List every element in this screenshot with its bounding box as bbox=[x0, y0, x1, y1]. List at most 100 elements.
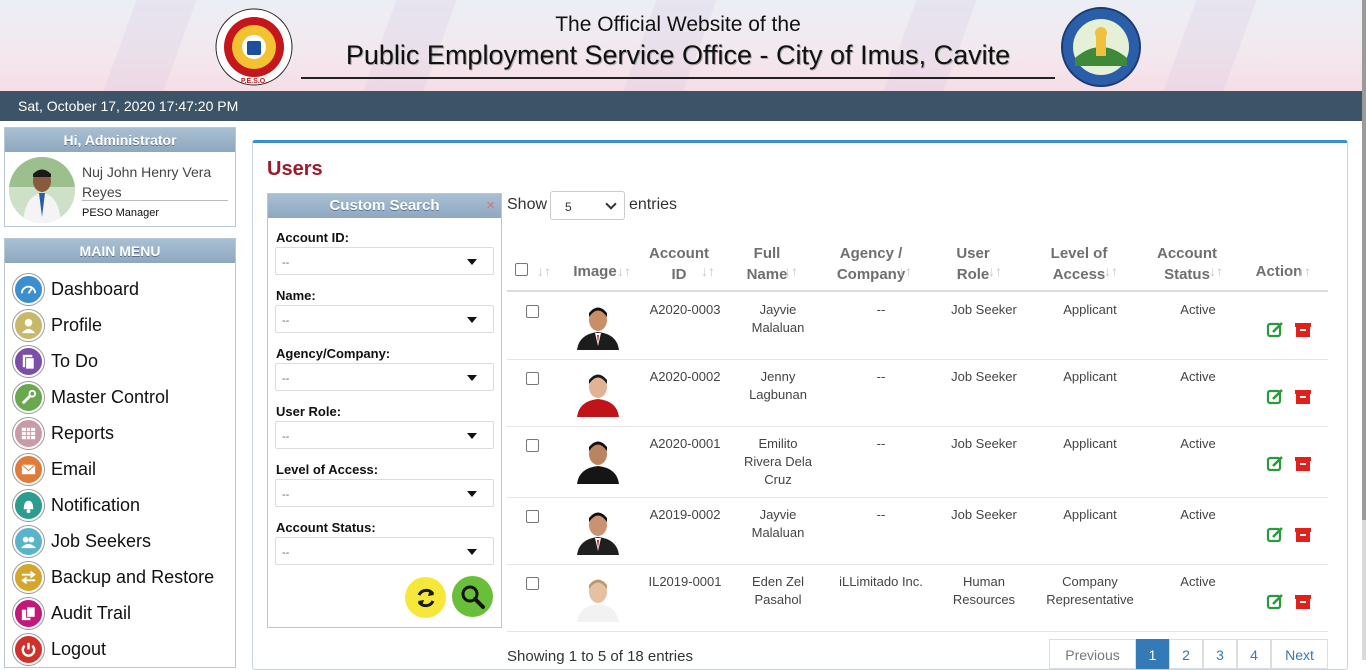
menu-item-label: Logout bbox=[51, 638, 107, 659]
row-checkbox[interactable] bbox=[526, 577, 539, 590]
reports-icon bbox=[13, 417, 44, 449]
filter-label: User Role: bbox=[276, 404, 342, 419]
user-box: Hi, Administrator Nuj John Henry Vera Re… bbox=[4, 127, 236, 227]
menu-item-label: Email bbox=[51, 458, 97, 479]
table-cell: Job Seeker bbox=[951, 369, 1017, 384]
entries-select[interactable]: 5 bbox=[550, 191, 625, 220]
caret-down-icon bbox=[467, 375, 477, 381]
filter-select-userrole[interactable]: -- bbox=[275, 421, 494, 449]
caret-down-icon bbox=[467, 549, 477, 555]
filter-select-accountstatus[interactable]: -- bbox=[275, 537, 494, 565]
table-cell: Job Seeker bbox=[951, 436, 1017, 451]
table-cell: A2020-0002 bbox=[649, 369, 721, 384]
filter-label: Name: bbox=[276, 288, 316, 303]
sort-icon: ↓↑ bbox=[617, 263, 631, 279]
archive-icon[interactable] bbox=[1294, 526, 1312, 544]
table-cell: Emilito Rivera Dela Cruz bbox=[744, 436, 812, 487]
table-cell: Jayvie Malaluan bbox=[751, 507, 805, 540]
row-checkbox[interactable] bbox=[526, 372, 539, 385]
user-photo bbox=[573, 434, 623, 484]
page-button[interactable]: 3 bbox=[1203, 639, 1237, 669]
table-info: Showing 1 to 5 of 18 entries bbox=[507, 648, 693, 665]
reset-button[interactable] bbox=[405, 577, 446, 618]
imus-seal bbox=[1061, 7, 1141, 87]
menu-item-label: To Do bbox=[51, 350, 99, 371]
page-title: Users bbox=[267, 158, 323, 180]
edit-icon[interactable] bbox=[1266, 455, 1284, 473]
filter-select-levelofaccess[interactable]: -- bbox=[275, 479, 494, 507]
menu-item-label: Dashboard bbox=[51, 278, 140, 299]
table-cell: A2020-0001 bbox=[649, 436, 721, 451]
row-divider bbox=[507, 631, 1328, 632]
table-cell: Active bbox=[1180, 574, 1216, 589]
table-cell: Active bbox=[1180, 436, 1216, 451]
scrollbar[interactable] bbox=[1362, 0, 1366, 660]
header-line1: The Official Website of the bbox=[555, 13, 801, 36]
table-cell: Active bbox=[1180, 302, 1216, 317]
close-icon[interactable]: × bbox=[486, 194, 495, 218]
next-button[interactable]: Next bbox=[1271, 639, 1328, 669]
edit-icon[interactable] bbox=[1266, 526, 1284, 544]
menu-item-dashboard[interactable]: Dashboard bbox=[13, 272, 233, 306]
select-all-checkbox[interactable] bbox=[515, 263, 528, 276]
menu-item-audit-trail[interactable]: Audit Trail bbox=[13, 596, 233, 630]
previous-button[interactable]: Previous bbox=[1049, 639, 1136, 669]
menu-item-master-control[interactable]: Master Control bbox=[13, 380, 233, 414]
archive-icon[interactable] bbox=[1294, 593, 1312, 611]
edit-icon[interactable] bbox=[1266, 321, 1284, 339]
filter-select-name[interactable]: -- bbox=[275, 305, 494, 333]
filter-select-accountid[interactable]: -- bbox=[275, 247, 494, 275]
filter-label: Account Status: bbox=[276, 520, 376, 535]
user-name: Nuj John Henry Vera Reyes bbox=[82, 164, 212, 200]
table-cell: Jayvie Malaluan bbox=[751, 302, 805, 335]
menu-item-job-seekers[interactable]: Job Seekers bbox=[13, 524, 233, 558]
menu-item-label: Notification bbox=[51, 494, 141, 515]
custom-search-title: Custom Search × bbox=[268, 194, 501, 218]
page-button[interactable]: 4 bbox=[1237, 639, 1271, 669]
user-photo bbox=[573, 367, 623, 417]
menu-item-logout[interactable]: Logout bbox=[13, 632, 233, 666]
header-rule bbox=[301, 77, 1055, 79]
menu-item-notification[interactable]: Notification bbox=[13, 488, 233, 522]
menu-item-to-do[interactable]: To Do bbox=[13, 344, 233, 378]
table-cell: IL2019-0001 bbox=[648, 574, 722, 589]
page-button[interactable]: 2 bbox=[1169, 639, 1203, 669]
menu-item-profile[interactable]: Profile bbox=[13, 308, 233, 342]
filter-label: Account ID: bbox=[276, 230, 349, 245]
archive-icon[interactable] bbox=[1294, 455, 1312, 473]
archive-icon[interactable] bbox=[1294, 321, 1312, 339]
menu-item-label: Master Control bbox=[51, 386, 170, 407]
job-seekers-icon bbox=[13, 525, 44, 557]
filter-select-agencycompany[interactable]: -- bbox=[275, 363, 494, 391]
table-cell: Applicant bbox=[1063, 507, 1117, 522]
wrench-icon bbox=[13, 381, 44, 413]
sort-icon: ↓↑ bbox=[784, 263, 798, 279]
table-cell: Human Resources bbox=[952, 574, 1016, 607]
filter-label: Level of Access: bbox=[276, 462, 379, 477]
table-cell: Job Seeker bbox=[951, 507, 1017, 522]
table-cell: Applicant bbox=[1063, 369, 1117, 384]
bell-icon bbox=[13, 489, 44, 521]
menu-item-email[interactable]: Email bbox=[13, 452, 233, 486]
archive-icon[interactable] bbox=[1294, 388, 1312, 406]
peso-logo: P.E.S.O. bbox=[215, 8, 293, 86]
search-button[interactable] bbox=[452, 576, 493, 617]
main-menu-title: MAIN MENU bbox=[5, 239, 235, 263]
filter-label: Agency/Company: bbox=[276, 346, 391, 361]
menu-item-backup-and-restore[interactable]: Backup and Restore bbox=[13, 560, 233, 594]
menu-item-label: Profile bbox=[51, 314, 103, 335]
menu-item-reports[interactable]: Reports bbox=[13, 416, 233, 450]
entries-label: entries bbox=[629, 196, 678, 213]
edit-icon[interactable] bbox=[1266, 593, 1284, 611]
table-cell: -- bbox=[876, 369, 886, 384]
backup-icon bbox=[13, 561, 44, 593]
sort-icon: ↓↑ bbox=[537, 263, 551, 279]
table-cell: Active bbox=[1180, 369, 1216, 384]
edit-icon[interactable] bbox=[1266, 388, 1284, 406]
row-checkbox[interactable] bbox=[526, 305, 539, 318]
header-divider bbox=[507, 290, 1328, 292]
row-checkbox[interactable] bbox=[526, 439, 539, 452]
row-checkbox[interactable] bbox=[526, 510, 539, 523]
row-divider bbox=[507, 497, 1328, 498]
page-button[interactable]: 1 bbox=[1136, 639, 1169, 669]
